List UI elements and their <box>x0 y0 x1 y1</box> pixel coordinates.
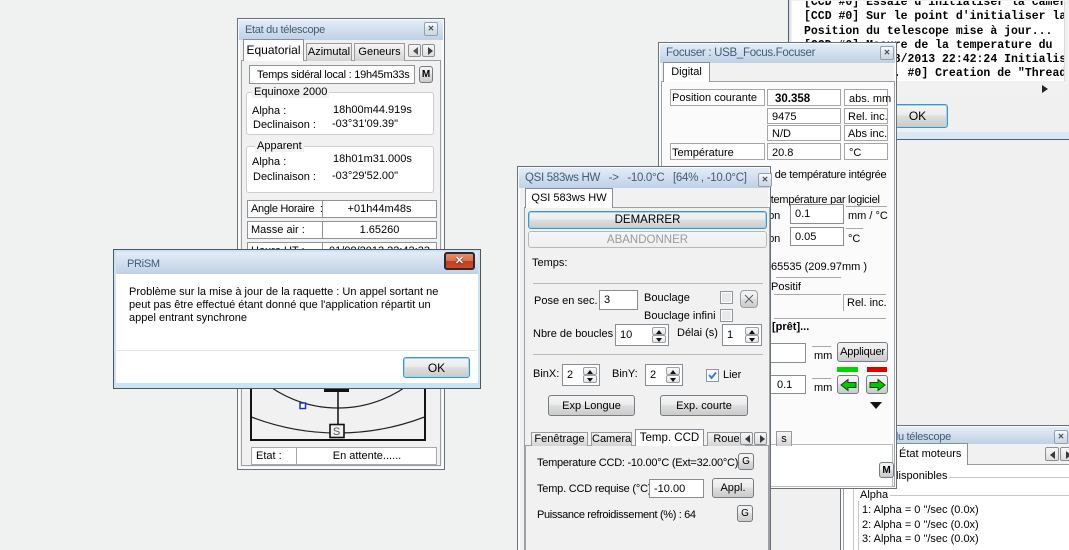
svg-text:S: S <box>333 426 340 438</box>
